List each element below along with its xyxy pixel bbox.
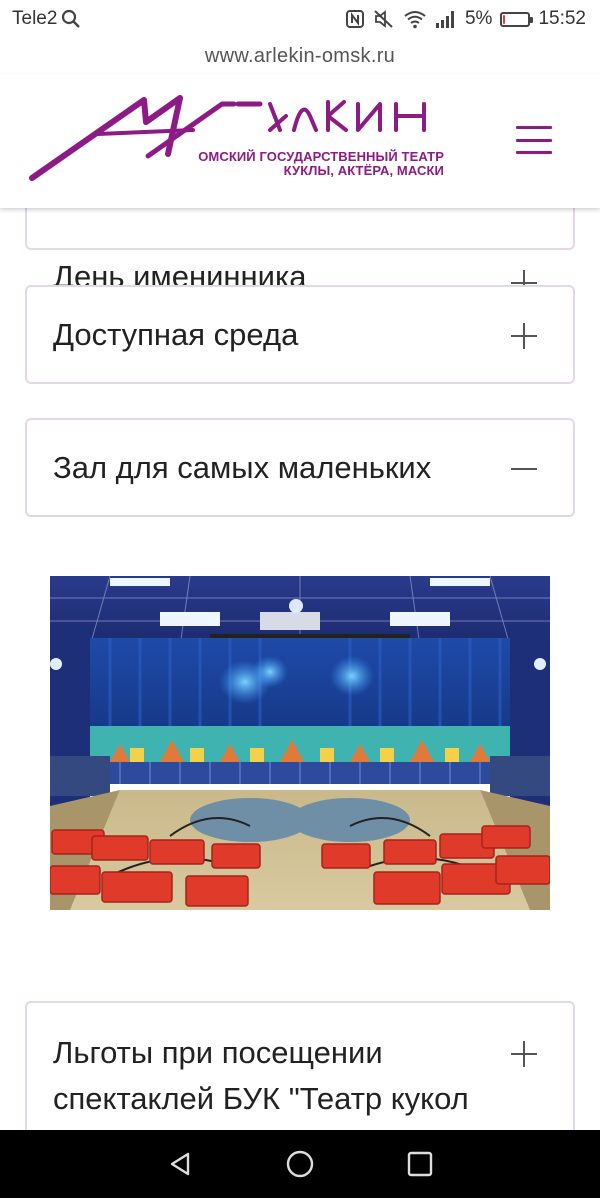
address-bar[interactable]: www.arlekin-omsk.ru (0, 38, 600, 74)
minus-icon[interactable] (511, 456, 537, 482)
accordion-item-benefits[interactable]: Льготы при посещении спектаклей БУК "Теа… (25, 1001, 575, 1130)
menu-line (516, 138, 552, 142)
wifi-icon (403, 9, 427, 29)
menu-line (516, 151, 552, 154)
battery-percent: 5% (464, 8, 493, 29)
signal-icon (435, 9, 457, 29)
status-bar: Tele2 5% 15:52 (0, 0, 600, 38)
recents-icon[interactable] (400, 1144, 440, 1184)
accordion-title: Доступная среда (53, 317, 299, 352)
logo-subtitle: ОМСКИЙ ГОСУДАРСТВЕННЫЙ ТЕАТР КУКЛЫ, АКТЁ… (172, 150, 444, 178)
battery-level-fill (503, 14, 506, 24)
plus-icon[interactable] (511, 1041, 537, 1067)
search-icon (61, 9, 81, 29)
back-icon[interactable] (160, 1144, 200, 1184)
clock: 15:52 (538, 8, 586, 29)
accordion-title-line-2: спектаклей БУК "Театр кукол (53, 1081, 469, 1116)
accordion-title-line-1: Льготы при посещении (53, 1035, 383, 1070)
battery-icon (500, 11, 534, 27)
accordion-item-hall-for-toddlers[interactable]: Зал для самых маленьких (25, 418, 575, 517)
url-text: www.arlekin-omsk.ru (204, 44, 396, 67)
logo-subtitle-line-2: КУКЛЫ, АКТЁРА, МАСКИ (283, 163, 444, 178)
home-icon[interactable] (280, 1144, 320, 1184)
site-header: ОМСКИЙ ГОСУДАРСТВЕННЫЙ ТЕАТР КУКЛЫ, АКТЁ… (0, 74, 600, 208)
hall-photo (50, 576, 550, 910)
plus-icon[interactable] (511, 323, 537, 349)
hamburger-menu-icon[interactable] (516, 126, 552, 154)
accordion-item-accessible-environment[interactable]: Доступная среда (25, 285, 575, 384)
mute-icon (373, 9, 395, 29)
system-nav-bar (0, 1130, 600, 1198)
accordion-title: Зал для самых маленьких (53, 450, 432, 485)
logo-subtitle-line-1: ОМСКИЙ ГОСУДАРСТВЕННЫЙ ТЕАТР (198, 149, 444, 164)
nfc-icon (345, 9, 365, 29)
page-content: День именинника Доступная среда Зал для … (0, 74, 600, 1130)
carrier-label: Tele2 (12, 8, 58, 29)
menu-line (516, 126, 552, 129)
